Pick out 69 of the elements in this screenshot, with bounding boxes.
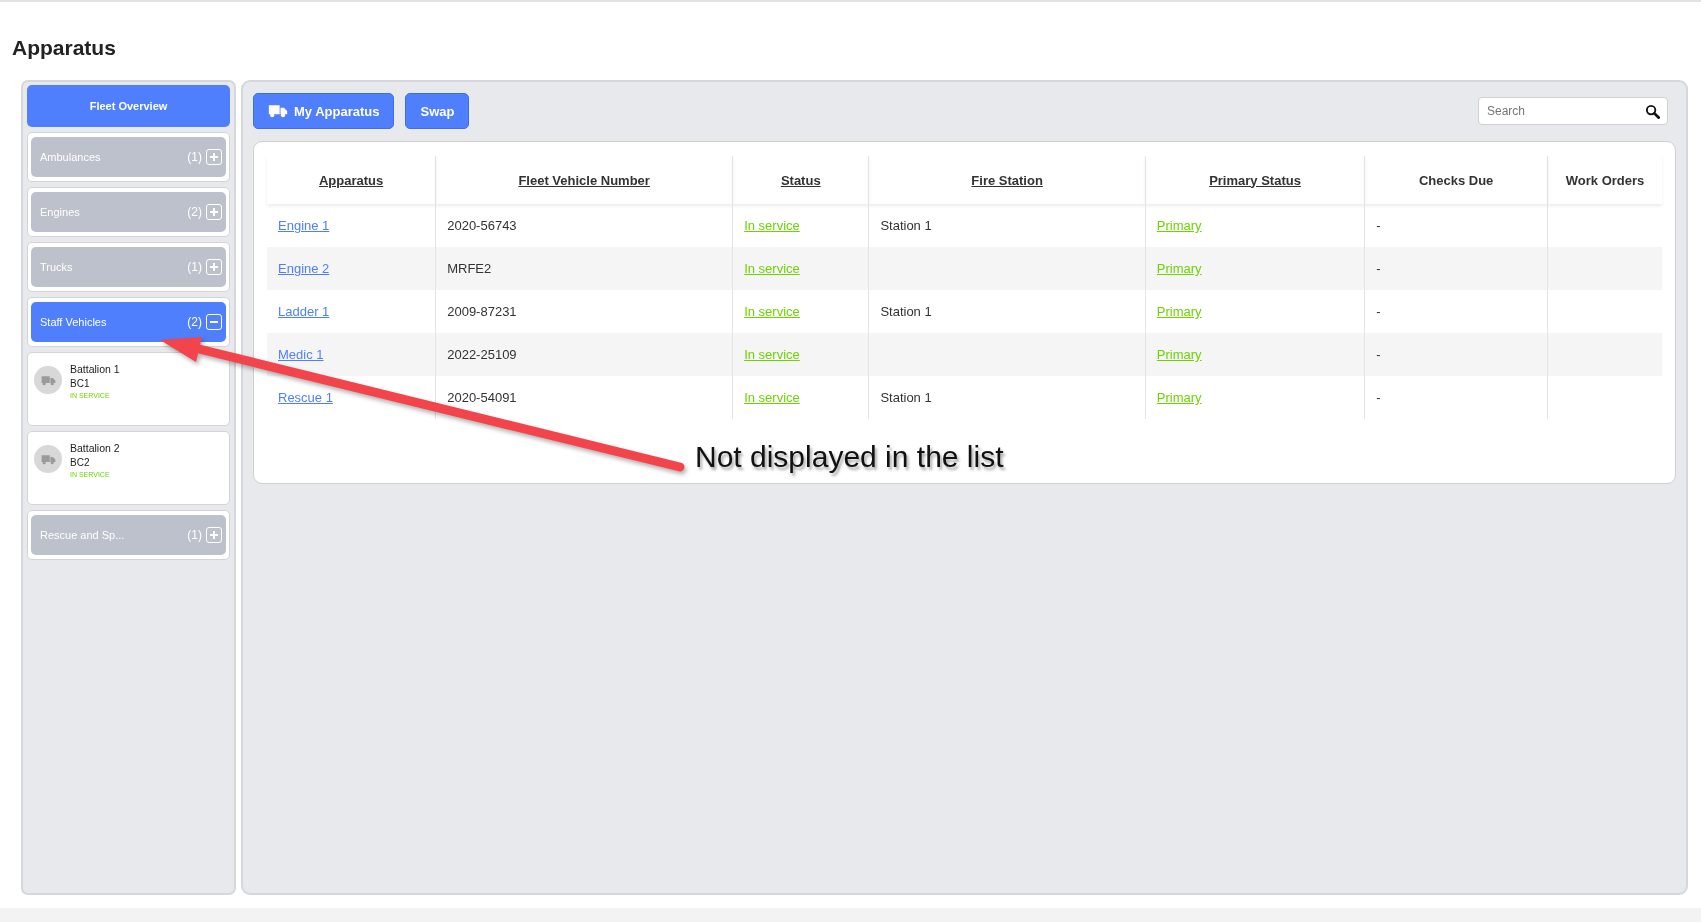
category-button[interactable]: Engines (2) — [31, 192, 226, 232]
apparatus-link[interactable]: Medic 1 — [278, 347, 324, 362]
table-cell: MRFE2 — [447, 261, 492, 276]
status-link[interactable]: In service — [744, 261, 800, 276]
status-link[interactable]: In service — [744, 347, 800, 362]
category-label: Trucks — [40, 261, 74, 273]
collapse-icon[interactable] — [206, 314, 222, 330]
fleet-overview-button[interactable]: Fleet Overview — [27, 85, 230, 127]
status-link[interactable]: In service — [744, 390, 800, 405]
primary-status-link[interactable]: Primary — [1156, 390, 1202, 405]
vehicle-code: BC2 — [70, 457, 91, 468]
table-cell: Station 1 — [880, 218, 932, 233]
table-cell: 2022-25109 — [447, 347, 517, 362]
swap-button[interactable]: Swap — [405, 93, 470, 129]
category-label: Engines — [40, 206, 81, 218]
truck-icon — [40, 453, 56, 465]
primary-status-link[interactable]: Primary — [1156, 218, 1202, 233]
column-header[interactable]: Primary Status — [1209, 172, 1301, 188]
category-count: (1) — [187, 260, 202, 274]
expand-icon[interactable] — [206, 259, 222, 275]
status-link[interactable]: In service — [744, 218, 800, 233]
primary-status-link[interactable]: Primary — [1156, 304, 1202, 319]
table-cell: - — [1376, 218, 1381, 233]
search-field[interactable]: Search — [1478, 97, 1668, 125]
category-count: (2) — [187, 315, 202, 329]
apparatus-link[interactable]: Ladder 1 — [278, 304, 330, 319]
table-cell: Station 1 — [880, 390, 932, 405]
apparatus-link[interactable]: Rescue 1 — [278, 390, 333, 405]
truck-icon — [40, 374, 56, 386]
annotation-text: Not displayed in the list — [695, 440, 1004, 474]
vehicle-name: Battalion 2 — [70, 442, 120, 454]
expand-icon[interactable] — [206, 527, 222, 543]
apparatus-link[interactable]: Engine 1 — [278, 218, 330, 233]
category-button[interactable]: Ambulances (1) — [31, 137, 226, 177]
expand-icon[interactable] — [206, 204, 222, 220]
column-header: Checks Due — [1418, 172, 1494, 188]
category-button[interactable]: Trucks (1) — [31, 247, 226, 287]
category-label: Rescue and Sp... — [40, 529, 126, 541]
category-count: (1) — [187, 150, 202, 164]
page-title: Apparatus — [12, 36, 117, 61]
table-cell: - — [1376, 390, 1381, 405]
vehicle-name: Battalion 1 — [70, 363, 120, 375]
category-count: (1) — [187, 528, 202, 542]
table-cell: - — [1376, 261, 1381, 276]
table-cell: 2009-87231 — [447, 304, 517, 319]
table-cell: 2020-56743 — [447, 218, 517, 233]
category-count: (2) — [187, 205, 202, 219]
category-button[interactable]: Rescue and Sp... (1) — [31, 515, 226, 555]
category-label: Ambulances — [40, 151, 102, 163]
table-cell: - — [1376, 304, 1381, 319]
column-header[interactable]: Status — [780, 172, 821, 188]
my-apparatus-button[interactable]: My Apparatus — [253, 93, 395, 129]
table-cell: 2020-54091 — [447, 390, 517, 405]
primary-status-link[interactable]: Primary — [1156, 261, 1202, 276]
primary-status-link[interactable]: Primary — [1156, 347, 1202, 362]
column-header[interactable]: Fire Station — [971, 172, 1043, 188]
status-link[interactable]: In service — [744, 304, 800, 319]
apparatus-link[interactable]: Engine 2 — [278, 261, 330, 276]
search-icon — [1645, 104, 1660, 119]
vehicle-code: BC1 — [70, 378, 91, 389]
category-label: Staff Vehicles — [40, 316, 108, 328]
expand-icon[interactable] — [206, 149, 222, 165]
table-cell: - — [1376, 347, 1381, 362]
category-button[interactable]: Staff Vehicles (2) — [31, 302, 226, 342]
column-header[interactable]: Apparatus — [318, 172, 384, 188]
truck-icon — [268, 104, 288, 118]
table-cell: Station 1 — [880, 304, 932, 319]
column-header: Work Orders — [1565, 172, 1645, 188]
column-header[interactable]: Fleet Vehicle Number — [518, 172, 650, 188]
